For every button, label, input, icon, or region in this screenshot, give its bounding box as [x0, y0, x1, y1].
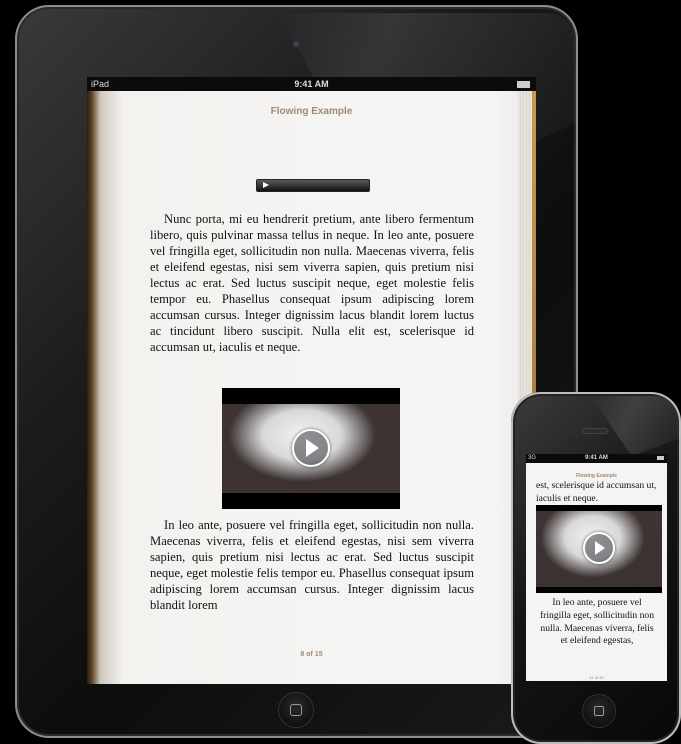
- ipad-device: iPad 9:41 AM Flowing Example Nunc porta,…: [15, 5, 578, 738]
- paragraph: Nunc porta, mi eu hendrerit pretium, ant…: [150, 212, 474, 354]
- audio-player[interactable]: [256, 179, 370, 192]
- camera-icon: [569, 429, 574, 434]
- iphone-device: 3G 9:41 AM Flowing Example est, sceleris…: [511, 392, 681, 744]
- home-button[interactable]: [279, 693, 313, 727]
- status-bar: iPad 9:41 AM: [87, 77, 536, 91]
- status-time: 9:41 AM: [585, 455, 608, 461]
- play-button[interactable]: [583, 532, 615, 564]
- home-button-icon: [594, 706, 604, 716]
- page-indicator: 31 of 42: [589, 675, 604, 680]
- speaker-grille: [583, 429, 607, 433]
- paragraph: In leo ante, posuere vel fringilla eget,…: [150, 518, 474, 612]
- iphone-screen: 3G 9:41 AM Flowing Example est, sceleris…: [526, 454, 667, 681]
- video-player[interactable]: [222, 388, 400, 509]
- play-button[interactable]: [292, 429, 330, 467]
- book-title: Flowing Example: [270, 106, 353, 117]
- battery-icon: [657, 456, 664, 460]
- video-player[interactable]: [536, 505, 662, 593]
- play-icon[interactable]: [263, 182, 269, 188]
- paragraph: In leo ante, posuere vel fringilla eget,…: [539, 597, 655, 647]
- book-title: Flowing Example: [576, 473, 617, 479]
- home-button[interactable]: [583, 695, 615, 727]
- paragraph: est, scelerisque id accumsan ut, iaculis…: [536, 480, 657, 504]
- iphone-glare: [591, 396, 681, 456]
- play-icon: [595, 541, 605, 555]
- status-time: 9:41 AM: [294, 79, 329, 89]
- book-page[interactable]: Flowing Example Nunc porta, mi eu hendre…: [87, 91, 536, 684]
- page-indicator: 8 of 15: [300, 651, 323, 658]
- status-bar: 3G 9:41 AM: [526, 454, 667, 463]
- home-button-icon: [290, 704, 302, 716]
- play-icon: [306, 439, 319, 457]
- battery-icon: [517, 81, 530, 88]
- ipad-screen: iPad 9:41 AM Flowing Example Nunc porta,…: [87, 77, 536, 684]
- camera-icon: [293, 41, 299, 47]
